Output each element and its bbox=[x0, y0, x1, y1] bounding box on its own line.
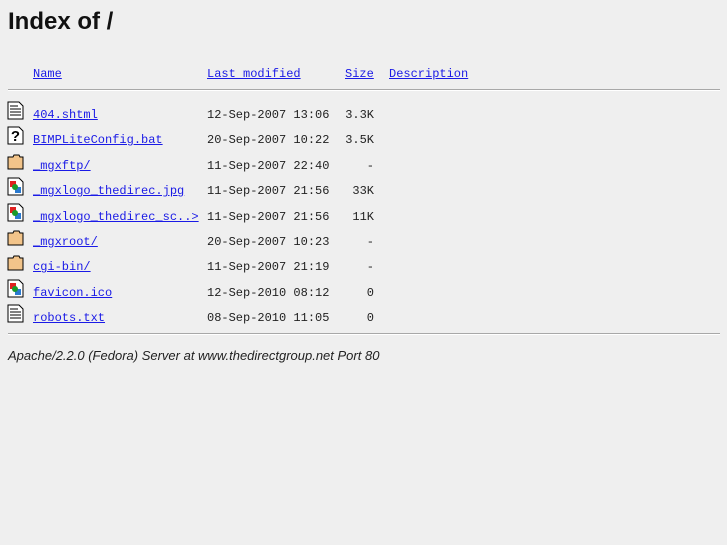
file-link[interactable]: favicon.ico bbox=[33, 286, 112, 300]
file-link[interactable]: robots.txt bbox=[33, 311, 105, 325]
list-item: 404.shtml 12-Sep-2007 13:06 3.3K bbox=[0, 101, 727, 132]
list-item: robots.txt 08-Sep-2010 11:05 0 bbox=[0, 304, 727, 335]
text-file-icon bbox=[7, 101, 24, 120]
page-title: Index of / bbox=[8, 8, 114, 35]
list-item: favicon.ico 12-Sep-2010 08:12 0 bbox=[0, 279, 727, 310]
file-link[interactable]: _mgxlogo_thedirec.jpg bbox=[33, 184, 184, 198]
last-modified: 20-Sep-2007 10:22 bbox=[207, 133, 330, 148]
last-modified: 11-Sep-2007 21:19 bbox=[207, 260, 330, 275]
list-item: _mgxftp/ 11-Sep-2007 22:40 - bbox=[0, 154, 727, 183]
list-item: cgi-bin/ 11-Sep-2007 21:19 - bbox=[0, 255, 727, 284]
list-item: _mgxroot/ 20-Sep-2007 10:23 - bbox=[0, 230, 727, 259]
image-file-icon bbox=[7, 177, 24, 196]
file-size: - bbox=[366, 260, 374, 275]
sort-by-description-link[interactable]: Description bbox=[389, 67, 468, 81]
file-size: 11K bbox=[352, 209, 374, 224]
file-link[interactable]: _mgxftp/ bbox=[33, 159, 91, 173]
server-signature: Apache/2.2.0 (Fedora) Server at www.thed… bbox=[8, 348, 380, 363]
file-size: 33K bbox=[352, 184, 374, 199]
file-size: 3.3K bbox=[345, 108, 374, 122]
text-file-icon bbox=[7, 304, 24, 323]
file-size: - bbox=[366, 235, 374, 249]
file-link[interactable]: 404.shtml bbox=[33, 108, 98, 122]
folder-icon bbox=[7, 253, 24, 272]
file-link[interactable]: _mgxlogo_thedirec_sc..> bbox=[33, 210, 199, 224]
file-size: 3.5K bbox=[345, 133, 374, 148]
divider bbox=[8, 333, 720, 335]
last-modified: 11-Sep-2007 21:56 bbox=[207, 184, 330, 199]
last-modified: 11-Sep-2007 21:56 bbox=[207, 209, 330, 224]
file-link[interactable]: _mgxroot/ bbox=[33, 235, 98, 249]
list-item: _mgxlogo_thedirec.jpg 11-Sep-2007 21:56 … bbox=[0, 177, 727, 208]
sort-by-name-link[interactable]: Name bbox=[33, 67, 62, 81]
list-item: _mgxlogo_thedirec_sc..> 11-Sep-2007 21:5… bbox=[0, 203, 727, 234]
last-modified: 12-Sep-2007 13:06 bbox=[207, 108, 330, 122]
last-modified: 08-Sep-2010 11:05 bbox=[207, 311, 330, 326]
file-link[interactable]: cgi-bin/ bbox=[33, 260, 91, 274]
file-size: - bbox=[366, 158, 374, 173]
unknown-file-icon: ? bbox=[7, 126, 24, 145]
image-file-icon bbox=[7, 279, 24, 298]
file-size: 0 bbox=[366, 285, 374, 300]
image-file-icon bbox=[7, 203, 24, 222]
sort-by-size-link[interactable]: Size bbox=[345, 67, 374, 81]
list-item: ? BIMPLiteConfig.bat 20-Sep-2007 10:22 3… bbox=[0, 126, 727, 157]
folder-icon bbox=[7, 228, 24, 247]
sort-by-modified-link[interactable]: Last modified bbox=[207, 67, 301, 81]
svg-text:?: ? bbox=[11, 128, 20, 145]
divider bbox=[8, 89, 720, 91]
file-link[interactable]: BIMPLiteConfig.bat bbox=[33, 133, 163, 147]
file-size: 0 bbox=[366, 311, 374, 326]
last-modified: 20-Sep-2007 10:23 bbox=[207, 235, 330, 249]
last-modified: 11-Sep-2007 22:40 bbox=[207, 158, 330, 173]
folder-icon bbox=[7, 152, 24, 171]
last-modified: 12-Sep-2010 08:12 bbox=[207, 285, 330, 300]
